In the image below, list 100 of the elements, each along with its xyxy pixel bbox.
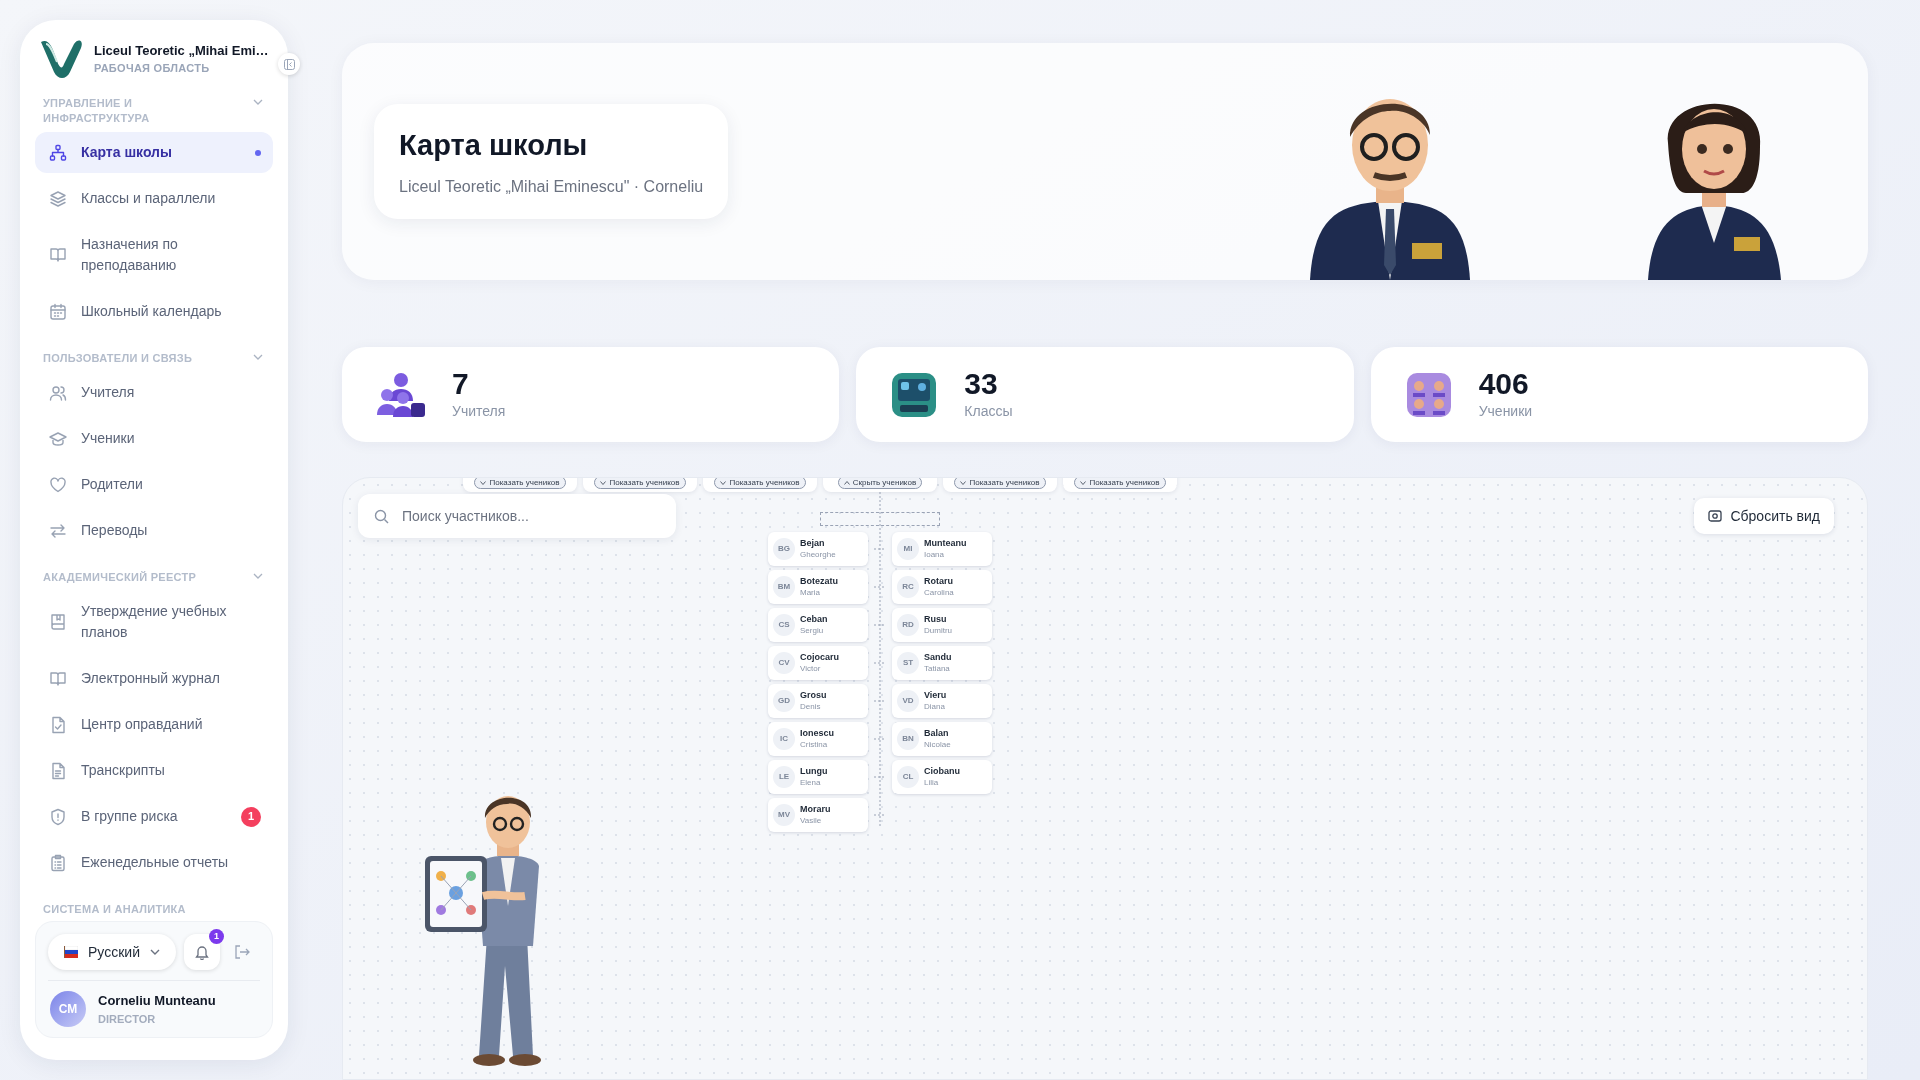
page-title: Карта школы [399, 127, 589, 163]
nav-item[interactable]: Центр оправданий [35, 704, 273, 745]
user-name: Corneliu Munteanu [98, 992, 216, 1010]
student-node[interactable]: ST Sandu Tatiana [892, 646, 992, 680]
student-node[interactable]: CS Ceban Sergiu [768, 608, 868, 642]
nav-item[interactable]: Еженедельные отчеты [35, 842, 273, 883]
section-heading: СИСТЕМА И АНАЛИТИКА [43, 902, 187, 917]
notifications-button[interactable] [183, 934, 220, 970]
student-last-name: Cojocaru [800, 652, 839, 663]
reset-view-button[interactable]: Сбросить вид [1694, 498, 1834, 534]
student-first-name: Elena [800, 777, 822, 788]
student-node[interactable]: RC Rotaru Carolina [892, 570, 992, 604]
student-initials: MV [773, 804, 795, 826]
student-node[interactable]: LE Lungu Elena [768, 760, 868, 794]
graduation-cap-icon [49, 429, 67, 448]
student-last-name: Moraru [800, 804, 831, 815]
search-field[interactable]: Поиск участников... [358, 494, 676, 538]
student-node[interactable]: BN Balan Nicolae [892, 722, 992, 756]
nav-item[interactable]: Транскрипты [35, 750, 273, 791]
student-initials: IC [773, 728, 795, 750]
student-node[interactable]: VD Vieru Diana [892, 684, 992, 718]
student-initials: BG [773, 538, 795, 560]
student-node[interactable]: BG Bejan Gheorghe [768, 532, 868, 566]
page-subtitle: Liceul Teoretic „Mihai Eminescu" · Corneliu [399, 177, 704, 198]
toggle-students-button[interactable]: Показать учеников [1074, 478, 1166, 489]
student-node[interactable]: CV Cojocaru Victor [768, 646, 868, 680]
student-node[interactable]: MI Munteanu Ioana [892, 532, 992, 566]
student-node[interactable]: GD Grosu Denis [768, 684, 868, 718]
workspace-label: РАБОЧАЯ ОБЛАСТЬ [94, 60, 211, 76]
stat-value: 406 [1478, 367, 1530, 401]
users-icon [49, 383, 67, 402]
toggle-students-button[interactable]: Показать учеников [714, 478, 806, 489]
student-initials: RC [897, 576, 919, 598]
logo-icon [38, 38, 84, 80]
chevron-down-icon [720, 480, 727, 485]
nav-item[interactable]: Учителя [35, 372, 273, 413]
nav-item[interactable]: Ученики [35, 418, 273, 459]
nav-item[interactable]: Родители [35, 464, 273, 505]
nav-item[interactable]: Утверждение учебных планов [35, 591, 273, 653]
nav-item[interactable]: Карта школы [35, 132, 273, 173]
alert-count-badge: 1 [241, 806, 261, 827]
student-first-name: Ioana [924, 549, 946, 560]
stat-value: 33 [964, 367, 999, 401]
student-node[interactable]: RD Rusu Dumitru [892, 608, 992, 642]
user-role: DIRECTOR [98, 1011, 157, 1027]
student-node[interactable]: CL Ciobanu Lilia [892, 760, 992, 794]
chevron-down-icon[interactable] [253, 354, 263, 360]
nav-item[interactable]: Переводы [35, 510, 273, 551]
toggle-students-button[interactable]: Показать учеников [594, 478, 686, 489]
nav-item[interactable]: В группе риска 1 [35, 796, 273, 837]
collapse-sidebar-button[interactable] [278, 53, 300, 75]
student-initials: VD [897, 690, 919, 712]
student-node[interactable]: IC Ionescu Cristina [768, 722, 868, 756]
student-last-name: Ceban [800, 614, 828, 625]
bookmark-book-icon [49, 613, 67, 631]
sitemap-icon [49, 143, 67, 162]
student-initials: CV [773, 652, 795, 674]
student-initials: CS [773, 614, 795, 636]
chevron-down-icon [960, 480, 967, 485]
student-node[interactable]: MV Moraru Vasile [768, 798, 868, 832]
student-last-name: Lungu [800, 766, 828, 777]
toggle-students-button[interactable]: Скрыть учеников [837, 478, 923, 489]
workspace-name: Liceul Teoretic „Mihai Emi… [94, 41, 269, 60]
document-icon [49, 761, 67, 780]
stat-label: Ученики [1478, 402, 1533, 421]
student-last-name: Sandu [924, 652, 952, 663]
chevron-down-icon[interactable] [253, 99, 263, 105]
student-first-name: Vasile [800, 815, 823, 826]
logout-icon[interactable] [233, 945, 250, 959]
chevron-down-icon [600, 480, 607, 485]
student-node[interactable]: BM Botezatu Maria [768, 570, 868, 604]
student-initials: BN [897, 728, 919, 750]
document-check-icon [49, 715, 67, 734]
chevron-down-icon [149, 949, 160, 955]
nav-item[interactable]: Классы и параллели [35, 178, 273, 219]
chevron-down-icon[interactable] [253, 573, 263, 579]
student-first-name: Maria [800, 587, 821, 598]
nav-item[interactable]: Школьный календарь [35, 291, 273, 332]
student-initials: MI [897, 538, 919, 560]
classroom-board-icon [890, 370, 939, 419]
toggle-students-button[interactable]: Показать учеников [474, 478, 566, 489]
nav-item[interactable]: Электронный журнал [35, 658, 273, 699]
toggle-students-button[interactable]: Показать учеников [954, 478, 1046, 489]
language-selector[interactable]: Русский [48, 934, 176, 970]
student-last-name: Rusu [924, 614, 948, 625]
student-last-name: Grosu [800, 690, 827, 701]
nav-item[interactable]: Назначения по преподаванию [35, 224, 273, 286]
student-first-name: Gheorghe [800, 549, 836, 560]
book-icon [49, 669, 67, 688]
student-last-name: Vieru [924, 690, 947, 701]
heart-icon [49, 475, 67, 494]
search-icon [374, 509, 389, 524]
student-initials: CL [897, 766, 919, 788]
student-initials: LE [773, 766, 795, 788]
student-last-name: Botezatu [800, 576, 838, 587]
chevron-down-icon [480, 480, 487, 485]
chevron-up-icon [843, 480, 850, 485]
flag-icon [64, 946, 78, 958]
student-initials: ST [897, 652, 919, 674]
shield-alert-icon [49, 807, 67, 826]
